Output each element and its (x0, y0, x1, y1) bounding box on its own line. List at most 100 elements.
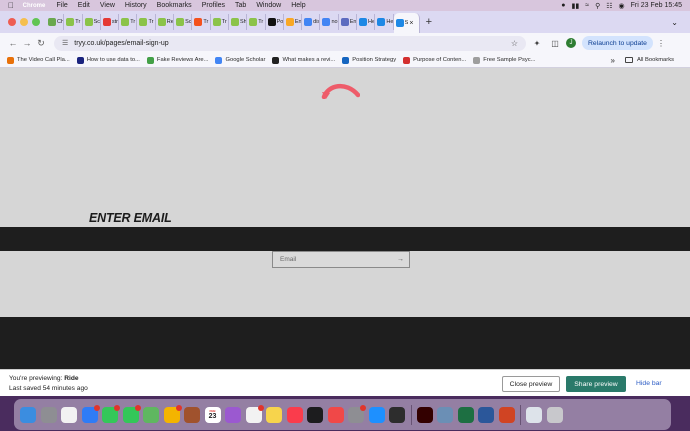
dock-word-icon[interactable] (478, 406, 494, 423)
dock-launchpad-icon[interactable] (40, 406, 57, 423)
browser-tab[interactable]: En (339, 14, 358, 30)
dock-music-icon[interactable] (286, 406, 303, 423)
close-window-button[interactable] (8, 18, 16, 26)
status-icon[interactable]: ● (561, 2, 565, 9)
side-panel-icon[interactable]: ◫ (548, 39, 562, 48)
browser-tab[interactable]: Tr (211, 14, 229, 30)
browser-tab[interactable]: Tr (247, 14, 266, 30)
dock-excel-icon[interactable] (457, 406, 474, 423)
spotlight-icon[interactable]: ⚲ (595, 2, 600, 10)
browser-tab[interactable]: Sh (229, 14, 248, 30)
dock-reminders-icon[interactable] (245, 404, 264, 423)
dock-illustrator-icon[interactable] (416, 406, 433, 423)
bookmark-item[interactable]: Free Sample Psyc... (473, 56, 535, 64)
address-bar[interactable]: ☰ tryy.co.uk/pages/email-sign-up ☆ (54, 35, 526, 51)
menu-view[interactable]: View (100, 2, 115, 9)
dock-notes-icon[interactable] (266, 406, 282, 423)
dock-news-icon[interactable] (327, 406, 344, 423)
forward-arrow-icon[interactable]: → (20, 38, 34, 48)
dock-mail-icon[interactable] (81, 404, 100, 423)
menu-profiles[interactable]: Profiles (202, 2, 225, 9)
more-menu-icon[interactable]: ⋮ (657, 39, 665, 48)
hide-bar-link[interactable]: Hide bar (636, 380, 662, 387)
menu-edit[interactable]: Edit (78, 2, 90, 9)
apple-menu-icon[interactable]:  (8, 1, 18, 10)
new-tab-button[interactable]: + (426, 16, 432, 28)
browser-tab[interactable]: He (375, 14, 394, 30)
dock-finalcut-icon[interactable] (389, 406, 405, 423)
site-logo[interactable] (320, 83, 360, 99)
browser-tab[interactable]: En (284, 14, 303, 30)
dock-dictionary-icon[interactable] (184, 406, 200, 423)
menu-file[interactable]: File (57, 2, 68, 9)
bookmark-item[interactable]: What makes a revi... (272, 56, 335, 64)
browser-tab[interactable]: He (357, 14, 376, 30)
browser-tab[interactable]: Tr (64, 14, 83, 30)
dock-downloads-icon[interactable] (526, 406, 542, 423)
bookmark-item[interactable]: How to use data to... (76, 56, 140, 64)
zoom-window-button[interactable] (32, 18, 40, 26)
menu-window[interactable]: Window (256, 2, 281, 9)
browser-tab[interactable]: S × (393, 13, 420, 33)
bookmark-item[interactable]: Purpose of Conten... (403, 56, 466, 64)
all-bookmarks-button[interactable]: All Bookmarks (624, 57, 674, 63)
menu-history[interactable]: History (125, 2, 147, 9)
dock-podcasts-icon[interactable] (225, 406, 241, 423)
menu-help[interactable]: Help (291, 2, 305, 9)
dock-finder-icon[interactable] (20, 406, 36, 423)
browser-tab[interactable]: Sc (174, 14, 193, 30)
relaunch-button[interactable]: Relaunch to update (582, 36, 653, 50)
share-preview-button[interactable]: Share preview (566, 376, 626, 392)
control-center-icon[interactable]: ☷ (606, 2, 612, 10)
profile-avatar[interactable]: J (566, 38, 576, 48)
browser-tab[interactable]: dis (302, 14, 321, 30)
battery-icon[interactable]: ▮▮ (572, 2, 580, 10)
site-info-icon[interactable]: ☰ (62, 39, 68, 47)
reload-icon[interactable]: ↻ (34, 38, 48, 49)
menu-datetime[interactable]: Fri 23 Feb 15:45 (631, 2, 682, 9)
browser-tab[interactable]: Tr (192, 14, 211, 30)
menu-tab[interactable]: Tab (235, 2, 246, 9)
url-text[interactable]: tryy.co.uk/pages/email-sign-up (74, 40, 168, 47)
more-bookmarks-icon[interactable]: » (611, 56, 615, 65)
menu-bookmarks[interactable]: Bookmarks (157, 2, 192, 9)
bookmark-star-icon[interactable]: ☆ (511, 39, 518, 48)
tab-favicon-icon (212, 18, 221, 26)
tab-favicon-icon (359, 18, 368, 26)
dock-chrome-icon[interactable] (61, 406, 77, 423)
bookmark-item[interactable]: Position Strategy (342, 56, 396, 64)
browser-tab[interactable]: str (101, 14, 120, 30)
bookmark-item[interactable]: Google Scholar (215, 56, 265, 64)
close-preview-button[interactable]: Close preview (502, 376, 560, 392)
dock-powerpoint-icon[interactable] (498, 406, 515, 423)
dock-trash-icon[interactable] (546, 406, 563, 423)
browser-tab[interactable]: Tr (137, 14, 156, 30)
back-arrow-icon[interactable]: ← (6, 38, 20, 48)
bookmark-item[interactable]: The Video Call Pla... (7, 56, 70, 64)
email-input[interactable]: Email → (272, 251, 410, 268)
browser-tab[interactable]: Ch (46, 14, 65, 30)
dock-facetime-icon[interactable] (102, 404, 120, 423)
submit-arrow-icon[interactable]: → (397, 256, 404, 263)
extensions-icon[interactable]: ✦ (530, 39, 544, 48)
dock-messages-icon[interactable] (122, 404, 141, 423)
close-tab-icon[interactable]: × (409, 20, 413, 27)
browser-tab[interactable]: Po (266, 14, 284, 30)
dock-photos-icon[interactable] (163, 404, 182, 423)
bookmark-item[interactable]: Fake Reviews Are... (146, 56, 208, 64)
browser-tab[interactable]: Sc (83, 14, 101, 30)
dock-maps-icon[interactable] (143, 406, 159, 423)
siri-icon[interactable]: ◉ (619, 2, 625, 10)
dock-preview-icon[interactable] (437, 406, 453, 423)
dock-app-store-icon[interactable] (368, 406, 385, 423)
dock-system-settings-icon[interactable] (348, 404, 366, 423)
wifi-icon[interactable]: ≈ (585, 2, 589, 9)
tab-search-icon[interactable]: ⌄ (671, 18, 678, 27)
dock-calendar-icon[interactable]: FEB 23 (204, 406, 221, 423)
browser-tab[interactable]: no (320, 14, 339, 30)
browser-tab[interactable]: Tr (119, 14, 138, 30)
browser-tab[interactable]: Re (156, 14, 175, 30)
dock-tv-icon[interactable] (307, 406, 323, 423)
minimize-window-button[interactable] (20, 18, 28, 26)
email-placeholder[interactable]: Email (280, 256, 296, 263)
